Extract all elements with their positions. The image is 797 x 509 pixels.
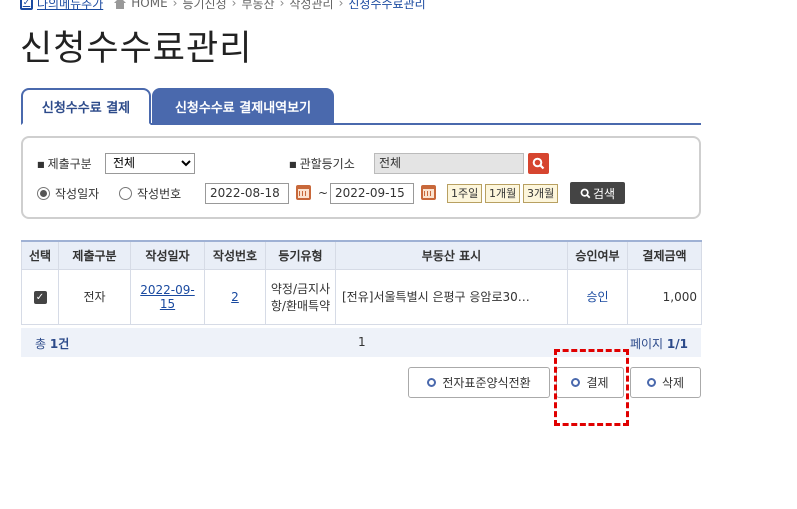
breadcrumb-management[interactable]: 작성관리 [289,0,333,12]
search-panel: ■ 제출구분 전체 ■ 관할등기소 전체 작성일자 작성번호 2022-08-18 … [21,136,701,219]
page-title: 신청수수료관리 [20,29,253,69]
circle-bullet-icon [427,378,437,387]
row-number-cell: 2 [204,268,266,325]
period-1week-button[interactable]: 1주일 [447,183,483,203]
col-header-property: 부동산 표시 [335,240,568,270]
row-date-cell: 2022-09-15 [130,268,205,325]
radio-by-date-label: 작성일자 [55,186,100,201]
delete-button-label: 삭제 [661,376,685,390]
row-date-link[interactable]: 2022-09-15 [140,283,194,311]
period-3month-button[interactable]: 3개월 [523,183,559,203]
row-property: [전유]서울특별시 은평구 응암로30… [342,290,530,304]
col-header-number: 작성번호 [204,240,266,270]
add-my-menu-link[interactable]: ✓ 나의메뉴추가 [20,0,103,12]
table-footer: 총 1건 1 페이지 1/1 [21,328,701,357]
pagination-page[interactable]: 1 [358,335,366,349]
date-from-input[interactable]: 2022-08-18 [205,182,289,204]
tab-bar: 신청수수료 결제 신청수수료 결제내역보기 [21,88,701,125]
total-count: 총 1건 [35,337,70,351]
search-icon [532,157,545,169]
page-info: 페이지 1/1 [629,337,688,351]
submit-type-select[interactable]: 전체 [105,152,195,174]
row-number-link[interactable]: 2 [231,290,239,304]
date-to-input[interactable]: 2022-09-15 [330,182,414,204]
radio-unselected-indicator [119,186,132,200]
search-button[interactable]: 검색 [570,182,625,204]
office-label: ■ 관할등기소 [289,156,355,171]
date-range-separator: ~ [318,186,329,200]
row-property-cell: [전유]서울특별시 은평구 응암로30… [335,268,568,325]
radio-by-number-label: 작성번호 [137,186,182,201]
search-icon [580,188,591,198]
calendar-icon[interactable] [421,185,436,200]
col-header-select: 선택 [21,240,59,270]
table-header-row: 선택 제출구분 작성일자 작성번호 등기유형 부동산 표시 승인여부 결제금액 [21,240,702,270]
convert-standard-form-button[interactable]: 전자표준양식전환 [408,367,550,398]
calendar-icon[interactable] [296,185,311,200]
col-header-reg-type: 등기유형 [265,240,336,270]
col-header-approval: 승인여부 [567,240,628,270]
row-select-cell: ✓ [21,268,59,325]
radio-selected-indicator [37,186,50,200]
check-icon: ✓ [20,0,33,10]
col-header-submit-type: 제출구분 [58,240,131,270]
radio-by-date[interactable]: 작성일자 [37,185,99,202]
breadcrumb-registration[interactable]: 등기신청 [182,0,226,12]
add-my-menu-label: 나의메뉴추가 [37,0,104,11]
convert-button-label: 전자표준양식전환 [442,376,531,390]
delete-button[interactable]: 삭제 [630,367,701,398]
circle-bullet-icon [571,378,581,387]
home-icon[interactable] [113,0,127,9]
breadcrumb-real-estate[interactable]: 부동산 [241,0,274,12]
breadcrumb-current: 신청수수료관리 [348,0,426,11]
breadcrumb-separator: › [338,0,344,10]
pay-button[interactable]: 결제 [556,367,624,398]
pay-button-label: 결제 [586,376,609,390]
row-submit-type: 전자 [58,268,131,325]
office-search-button[interactable] [528,152,549,174]
row-checkbox[interactable]: ✓ [33,291,47,304]
results-table: 선택 제출구분 작성일자 작성번호 등기유형 부동산 표시 승인여부 결제금액 … [21,240,702,325]
breadcrumb-home[interactable]: HOME [131,0,167,10]
table-row: ✓ 전자 2022-09-15 2 약정/금지사항/환매특약 [전유]서울특별시… [21,268,702,325]
breadcrumb-separator: › [172,0,178,10]
row-approval-cell: 승인 [567,268,628,325]
tab-fee-payment[interactable]: 신청수수료 결제 [21,88,151,125]
circle-bullet-icon [646,378,656,387]
col-header-date: 작성일자 [130,240,205,270]
office-field[interactable]: 전체 [374,152,524,174]
submit-type-label: ■ 제출구분 [37,156,92,171]
radio-by-number[interactable]: 작성번호 [119,185,181,202]
breadcrumb-separator: › [279,0,285,10]
row-approval: 승인 [586,290,609,304]
row-amount: 1,000 [627,268,702,325]
col-header-amount: 결제금액 [627,240,702,270]
period-1month-button[interactable]: 1개월 [485,183,521,203]
breadcrumb-separator: › [231,0,237,10]
top-bar: ✓ 나의메뉴추가 HOME › 등기신청 › 부동산 › 작성관리 › 신청수수… [20,0,426,11]
search-button-label: 검색 [592,186,616,201]
row-reg-type: 약정/금지사항/환매특약 [265,268,336,325]
tab-payment-history[interactable]: 신청수수료 결제내역보기 [152,88,334,125]
